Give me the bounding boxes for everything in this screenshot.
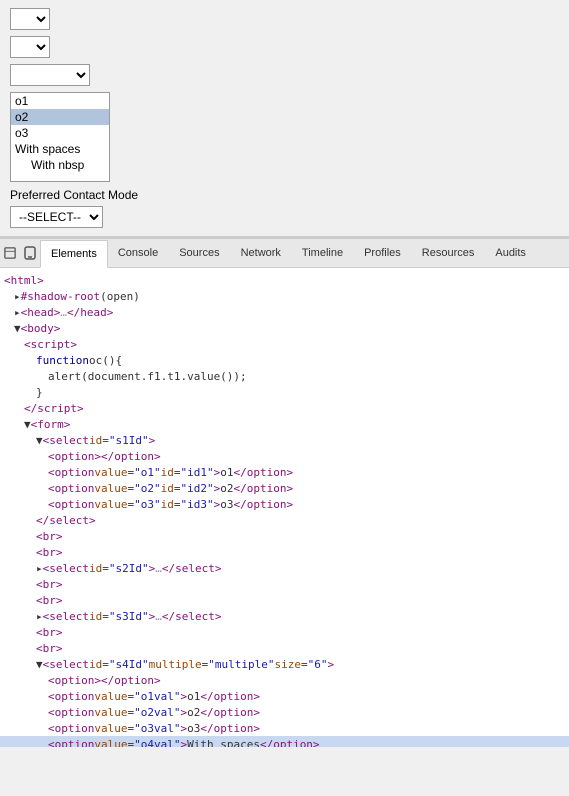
tab-resources[interactable]: Resources — [412, 239, 486, 267]
code-line-1[interactable]: ▸ #shadow-root (open) — [0, 288, 569, 304]
code-line-7[interactable]: } — [0, 384, 569, 400]
inspect-icon[interactable] — [0, 239, 20, 267]
tab-sources[interactable]: Sources — [169, 239, 230, 267]
code-line-28[interactable]: <option value="o3val">o3</option> — [0, 720, 569, 736]
code-line-22[interactable]: <br> — [0, 624, 569, 640]
listbox[interactable]: o1 o2 o3 With spaces With nbsp — [10, 92, 110, 182]
code-line-25[interactable]: <option></option> — [0, 672, 569, 688]
code-line-15[interactable]: </select> — [0, 512, 569, 528]
mobile-icon[interactable] — [20, 239, 40, 267]
code-line-18[interactable]: ▸ <select id="s2Id">…</select> — [0, 560, 569, 576]
code-line-3[interactable]: ▼ <body> — [0, 320, 569, 336]
preferred-select[interactable]: --SELECT-- — [10, 206, 103, 228]
tab-network[interactable]: Network — [231, 239, 292, 267]
select-row-1 — [10, 8, 559, 30]
select-row-3 — [10, 64, 559, 86]
code-line-10[interactable]: ▼ <select id="s1Id"> — [0, 432, 569, 448]
code-line-14[interactable]: <option value="o3" id="id3">o3</option> — [0, 496, 569, 512]
code-line-0[interactable]: <html> — [0, 272, 569, 288]
select-row-2 — [10, 36, 559, 58]
dropdown-2[interactable] — [10, 36, 50, 58]
code-line-17[interactable]: <br> — [0, 544, 569, 560]
code-line-20[interactable]: <br> — [0, 592, 569, 608]
code-line-19[interactable]: <br> — [0, 576, 569, 592]
dropdown-3[interactable] — [10, 64, 90, 86]
code-line-12[interactable]: <option value="o1" id="id1">o1</option> — [0, 464, 569, 480]
listbox-item-with-nbsp[interactable]: With nbsp — [11, 157, 109, 173]
code-line-5[interactable]: function oc(){ — [0, 352, 569, 368]
code-line-8[interactable]: </script> — [0, 400, 569, 416]
code-line-21[interactable]: ▸ <select id="s3Id">…</select> — [0, 608, 569, 624]
dropdown-1[interactable] — [10, 8, 50, 30]
code-line-16[interactable]: <br> — [0, 528, 569, 544]
tab-elements[interactable]: Elements — [40, 240, 108, 268]
listbox-item-o3[interactable]: o3 — [11, 125, 109, 141]
code-line-11[interactable]: <option></option> — [0, 448, 569, 464]
code-line-9[interactable]: ▼ <form> — [0, 416, 569, 432]
code-line-24[interactable]: ▼ <select id="s4Id" multiple="multiple" … — [0, 656, 569, 672]
code-line-2[interactable]: ▸ <head>…</head> — [0, 304, 569, 320]
browser-ui: o1 o2 o3 With spaces With nbsp Preferred… — [0, 0, 569, 237]
tab-profiles[interactable]: Profiles — [354, 239, 412, 267]
code-line-4[interactable]: <script> — [0, 336, 569, 352]
listbox-item-o2[interactable]: o2 — [11, 109, 109, 125]
devtools-code-view[interactable]: <html>▸ #shadow-root (open)▸ <head>…</he… — [0, 268, 569, 747]
listbox-item-o1[interactable]: o1 — [11, 93, 109, 109]
code-line-27[interactable]: <option value="o2val">o2</option> — [0, 704, 569, 720]
preferred-select-row: --SELECT-- — [10, 206, 559, 228]
tab-timeline[interactable]: Timeline — [292, 239, 354, 267]
listbox-item-with-spaces[interactable]: With spaces — [11, 141, 109, 157]
code-line-6[interactable]: alert(document.f1.t1.value()); — [0, 368, 569, 384]
tab-audits[interactable]: Audits — [485, 239, 537, 267]
devtools-tabs-bar: Elements Console Sources Network Timelin… — [0, 239, 569, 268]
tab-console[interactable]: Console — [108, 239, 169, 267]
preferred-label: Preferred Contact Mode — [10, 188, 559, 202]
devtools-panel: Elements Console Sources Network Timelin… — [0, 237, 569, 747]
code-line-23[interactable]: <br> — [0, 640, 569, 656]
code-line-29[interactable]: <option value="o4val"> With spaces</opti… — [0, 736, 569, 747]
code-line-13[interactable]: <option value="o2" id="id2">o2</option> — [0, 480, 569, 496]
code-line-26[interactable]: <option value="o1val">o1</option> — [0, 688, 569, 704]
